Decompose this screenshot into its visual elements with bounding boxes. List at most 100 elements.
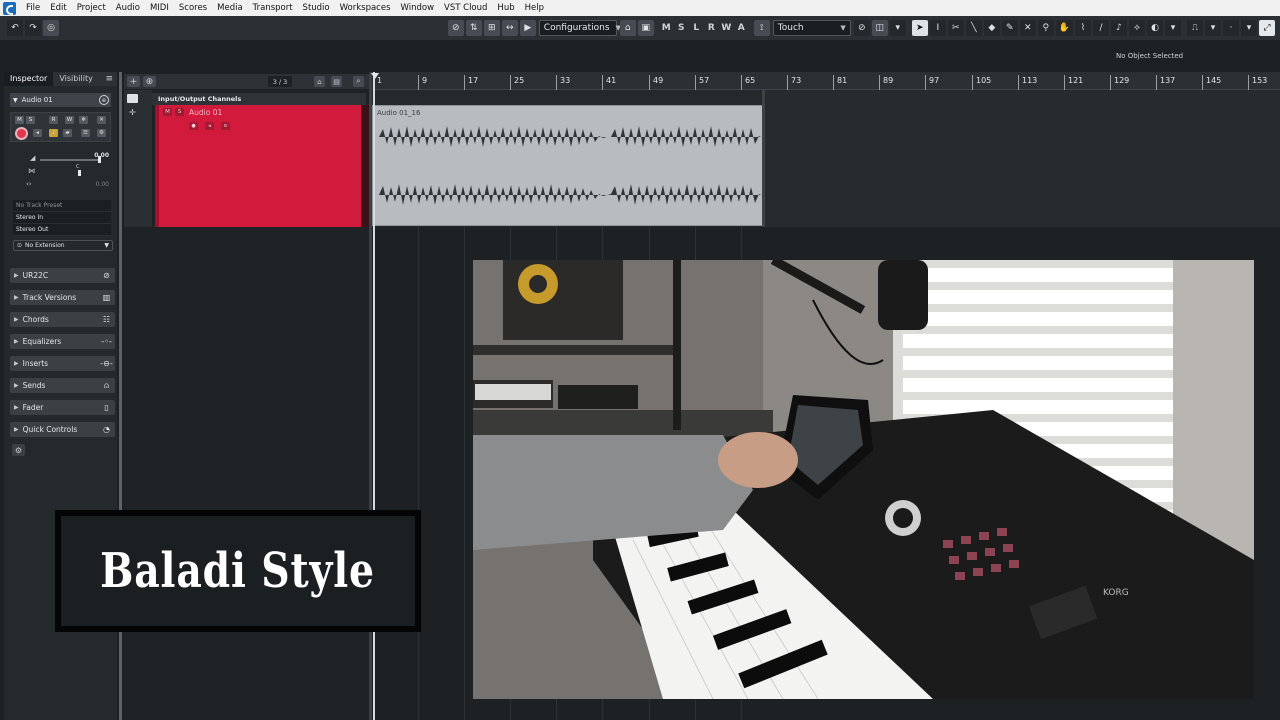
input-routing-field[interactable]: Stereo In <box>13 212 111 224</box>
section-inserts[interactable]: ▶ Inserts -⊖- <box>10 356 115 371</box>
glue-tool-icon[interactable]: ╲ <box>965 20 982 36</box>
audio-track-header[interactable]: M S Audio 01 ● ◂ e <box>155 105 361 227</box>
cubase-logo-icon[interactable] <box>3 1 16 15</box>
section-sends[interactable]: ▶ Sends ⍝ <box>10 378 115 393</box>
split-tool-icon[interactable]: ✂ <box>947 20 964 36</box>
configurations-select[interactable]: Configurations ▼ <box>538 20 621 36</box>
timebase-button[interactable]: ♩ <box>49 129 58 137</box>
monitor-button[interactable]: ◂ <box>33 129 42 137</box>
solo-button[interactable]: S <box>26 116 35 124</box>
hamburger-menu-icon[interactable]: ≡ <box>105 74 117 84</box>
sync-icon[interactable]: ⊘ <box>853 20 870 36</box>
grid-icon[interactable]: ↔ <box>501 20 518 36</box>
add-track-icon[interactable]: + <box>127 76 140 87</box>
menu-project[interactable]: Project <box>72 3 111 13</box>
section-equalizers[interactable]: ▶ Equalizers -◦- <box>10 334 115 349</box>
section-chords[interactable]: ▶ Chords ☷ <box>10 312 115 327</box>
chevron-down-icon[interactable]: ▾ <box>1165 20 1181 36</box>
chevron-down-icon[interactable]: ▾ <box>1205 20 1221 36</box>
autoscroll-icon[interactable]: ⇅ <box>465 20 482 36</box>
record-enable-button[interactable]: ● <box>189 122 198 130</box>
collapse-triangle-icon[interactable]: ▼ <box>13 97 18 104</box>
comp-tool-icon[interactable]: ⌇ <box>1075 20 1091 36</box>
fader-icon[interactable]: ▯ <box>101 402 112 413</box>
inspector-track-header[interactable]: ▼ Audio 01 e <box>10 93 111 107</box>
line-tool-icon[interactable]: ∕ <box>1093 20 1109 36</box>
mute-tool-icon[interactable]: ✕ <box>1019 20 1036 36</box>
folder-track-header[interactable]: Input/Output Channels <box>152 93 366 105</box>
track-name[interactable]: Audio 01 <box>189 108 222 117</box>
lanes-icon[interactable]: ☰ <box>81 129 90 137</box>
snap-icon[interactable]: ⊞ <box>483 20 500 36</box>
menu-hub[interactable]: Hub <box>492 3 519 13</box>
undo-icon[interactable]: ↶ <box>7 20 23 36</box>
gear-icon[interactable]: ⚙ <box>12 444 25 456</box>
read-button[interactable]: R <box>49 116 58 124</box>
tab-visibility[interactable]: Visibility <box>53 72 99 86</box>
versions-icon[interactable]: ▥ <box>101 292 112 303</box>
project-end-marker[interactable] <box>762 90 765 227</box>
project-window-icon[interactable]: ⊘ <box>447 20 464 36</box>
timewarp-icon[interactable]: ⟡ <box>1129 20 1145 36</box>
chords-icon[interactable]: ☷ <box>101 314 112 325</box>
menu-scores[interactable]: Scores <box>174 3 212 13</box>
lock-icon[interactable]: ▰ <box>63 129 72 137</box>
automation-mode-icon[interactable]: ⟟ <box>753 20 770 36</box>
window-layout-icon[interactable]: ▣ <box>637 20 654 36</box>
chevron-down-icon[interactable]: ▾ <box>889 20 906 36</box>
bypass-icon[interactable]: -◦- <box>101 336 112 347</box>
menu-midi[interactable]: MIDI <box>145 3 174 13</box>
automation-mode-select[interactable]: Touch ▼ <box>772 20 851 36</box>
menu-file[interactable]: File <box>21 3 45 13</box>
quick-controls-icon[interactable]: ◔ <box>101 424 112 435</box>
zoom-tool-icon[interactable]: ✎ <box>1001 20 1018 36</box>
project-cursor-head-icon[interactable] <box>371 73 379 79</box>
menu-vst-cloud[interactable]: VST Cloud <box>439 3 492 13</box>
snap-type-icon[interactable]: ⎍ <box>1187 20 1203 36</box>
timeline-ruler[interactable]: 1 9 17 25 33 41 49 57 65 73 81 89 97 105… <box>372 72 1280 90</box>
menu-transport[interactable]: Transport <box>248 3 298 13</box>
read-toggle[interactable]: R <box>704 20 719 36</box>
section-track-versions[interactable]: ▶ Track Versions ▥ <box>10 290 115 305</box>
audio-event[interactable]: Audio 01_16 <box>372 105 763 226</box>
menu-media[interactable]: Media <box>212 3 248 13</box>
menu-help[interactable]: Help <box>520 3 549 13</box>
automation-toggle[interactable]: A <box>734 20 749 36</box>
mute-button[interactable]: M <box>163 108 172 116</box>
solo-button[interactable]: S <box>175 108 184 116</box>
chevron-down-icon[interactable]: ▾ <box>1241 20 1257 36</box>
write-toggle[interactable]: W <box>719 20 734 36</box>
hand-tool-icon[interactable]: ✋ <box>1055 20 1073 36</box>
settings-icon[interactable]: ⚙ <box>97 129 106 137</box>
draw-tool-icon[interactable]: ⚲ <box>1037 20 1054 36</box>
close-icon[interactable]: ✕ <box>97 116 106 124</box>
track-preset-field[interactable]: No Track Preset <box>13 200 111 212</box>
range-tool-icon[interactable]: I <box>929 20 946 36</box>
freeze-button[interactable]: ❄ <box>79 116 88 124</box>
solo-toggle[interactable]: S <box>674 20 689 36</box>
erase-tool-icon[interactable]: ◆ <box>983 20 1000 36</box>
menu-audio[interactable]: Audio <box>111 3 145 13</box>
menu-workspaces[interactable]: Workspaces <box>335 3 396 13</box>
sends-icon[interactable]: ⍝ <box>101 380 112 391</box>
tab-inspector[interactable]: Inspector <box>4 72 54 86</box>
search-icon[interactable]: ⌕ <box>353 76 364 87</box>
color-icon[interactable]: ◐ <box>1147 20 1163 36</box>
volume-slider[interactable] <box>40 159 98 161</box>
section-ur22c[interactable]: ▶ UR22C ⊘ <box>10 268 115 283</box>
output-routing-field[interactable]: Stereo Out <box>13 224 111 236</box>
pin-icon[interactable]: ✛ <box>129 108 136 117</box>
folder-icon[interactable] <box>127 94 138 103</box>
section-quick-controls[interactable]: ▶ Quick Controls ◔ <box>10 422 115 437</box>
add-track-menu-icon[interactable]: ⊕ <box>143 76 156 87</box>
constrain-delay-icon[interactable]: ◎ <box>43 20 59 36</box>
track-settings-icon[interactable]: ▤ <box>331 76 342 87</box>
quantize-value-icon[interactable]: · <box>1223 20 1239 36</box>
play-icon[interactable]: ▶ <box>519 20 536 36</box>
redo-icon[interactable]: ↷ <box>25 20 41 36</box>
lock-icon[interactable]: ⌂ <box>619 20 636 36</box>
menu-studio[interactable]: Studio <box>298 3 335 13</box>
menu-window[interactable]: Window <box>396 3 440 13</box>
write-button[interactable]: W <box>65 116 74 124</box>
expand-toolbar-icon[interactable]: ⤢ <box>1259 20 1275 36</box>
